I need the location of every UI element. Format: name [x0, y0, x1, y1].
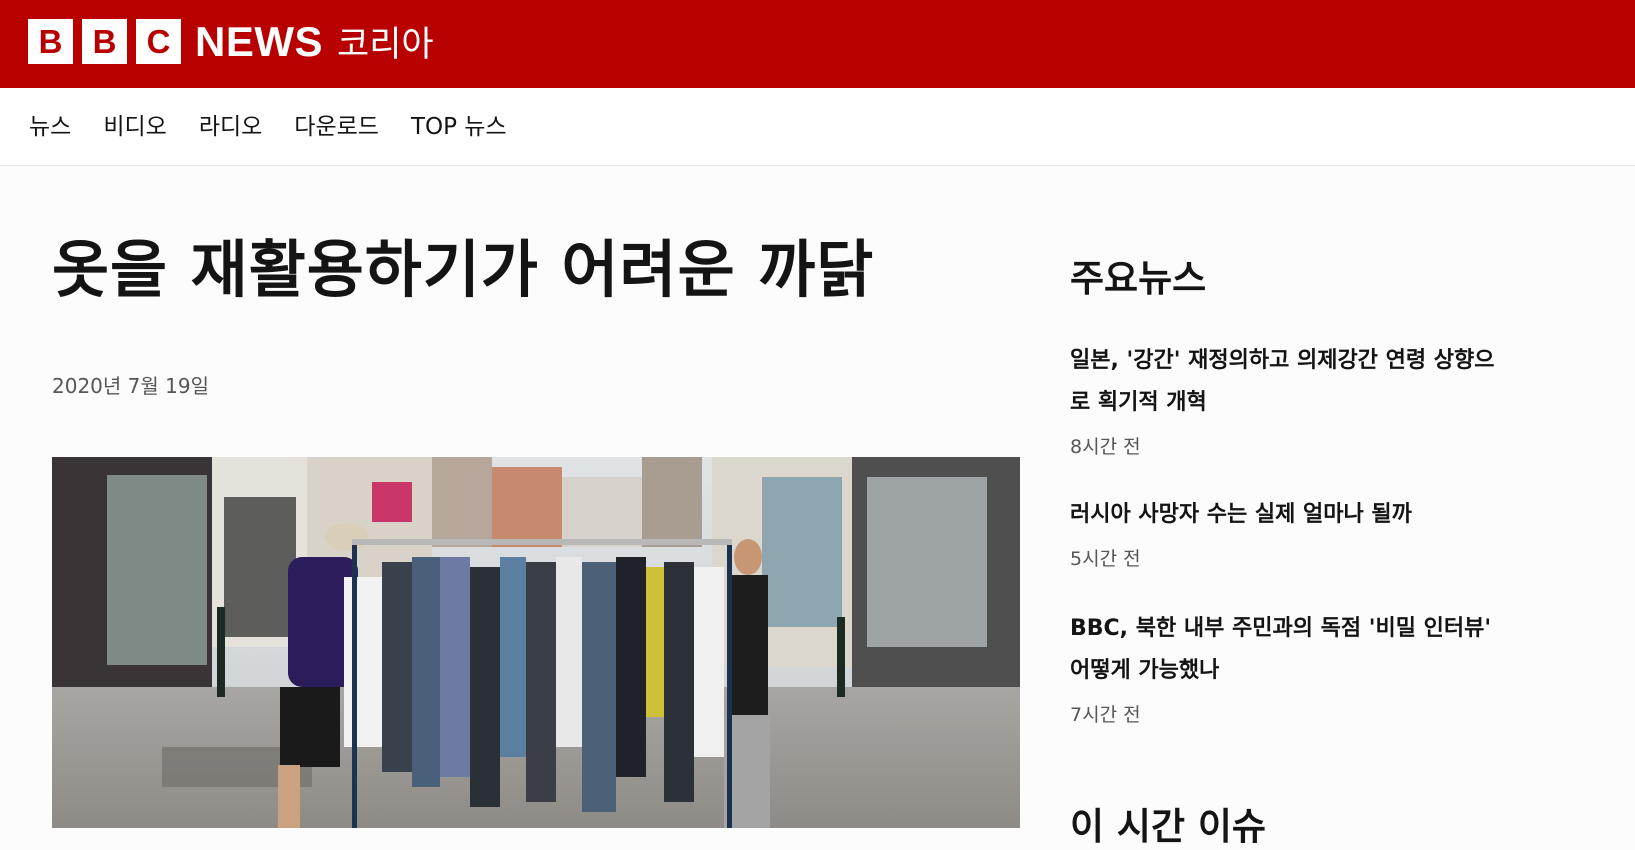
story-item: 일본, '강간' 재정의하고 의제강간 연령 상향으로 획기적 개혁 8시간 전 — [1070, 340, 1510, 459]
story-link[interactable]: 일본, '강간' 재정의하고 의제강간 연령 상향으로 획기적 개혁 — [1070, 340, 1510, 424]
story-time: 5시간 전 — [1070, 548, 1141, 570]
story-item: BBC, 북한 내부 주민과의 독점 '비밀 인터뷰' 어떻게 가능했나 7시간… — [1070, 608, 1510, 727]
story-time: 8시간 전 — [1070, 436, 1141, 458]
logo-news-text: NEWS — [195, 17, 323, 65]
story-time: 7시간 전 — [1070, 704, 1141, 726]
masthead: B B C NEWS 코리아 — [0, 0, 1635, 88]
top-news-heading: 주요뉴스 — [1070, 257, 1207, 300]
trending-heading: 이 시간 이슈 — [1070, 805, 1266, 848]
nav-item-radio[interactable]: 라디오 — [199, 111, 262, 143]
nav-items: 뉴스 비디오 라디오 다운로드 TOP 뉴스 — [29, 111, 539, 143]
article-photo — [52, 457, 1020, 828]
bbc-news-korean-logo[interactable]: B B C NEWS 코리아 — [28, 16, 434, 67]
story-link[interactable]: BBC, 북한 내부 주민과의 독점 '비밀 인터뷰' 어떻게 가능했나 — [1070, 608, 1510, 692]
nav-item-news[interactable]: 뉴스 — [29, 111, 71, 143]
story-link[interactable]: 러시아 사망자 수는 실제 얼마나 될까 — [1070, 494, 1510, 536]
story-item: 러시아 사망자 수는 실제 얼마나 될까 5시간 전 — [1070, 494, 1510, 571]
logo-block-b1: B — [28, 19, 73, 64]
article-date: 2020년 7월 19일 — [52, 374, 209, 398]
logo-letter: B — [38, 23, 63, 60]
logo-service-name: 코리아 — [337, 25, 434, 65]
main-nav: 뉴스 비디오 라디오 다운로드 TOP 뉴스 — [0, 88, 1635, 166]
logo-block-b2: B — [82, 19, 127, 64]
nav-item-video[interactable]: 비디오 — [103, 111, 166, 143]
article-headline: 옷을 재활용하기가 어려운 까닭 — [52, 233, 875, 306]
logo-letter: B — [92, 23, 117, 60]
logo-letter: C — [146, 23, 171, 60]
logo-block-c: C — [136, 19, 181, 64]
nav-item-download[interactable]: 다운로드 — [294, 111, 379, 143]
nav-item-top-news[interactable]: TOP 뉴스 — [411, 111, 507, 143]
street-clothing-rack-photo — [52, 457, 1020, 828]
